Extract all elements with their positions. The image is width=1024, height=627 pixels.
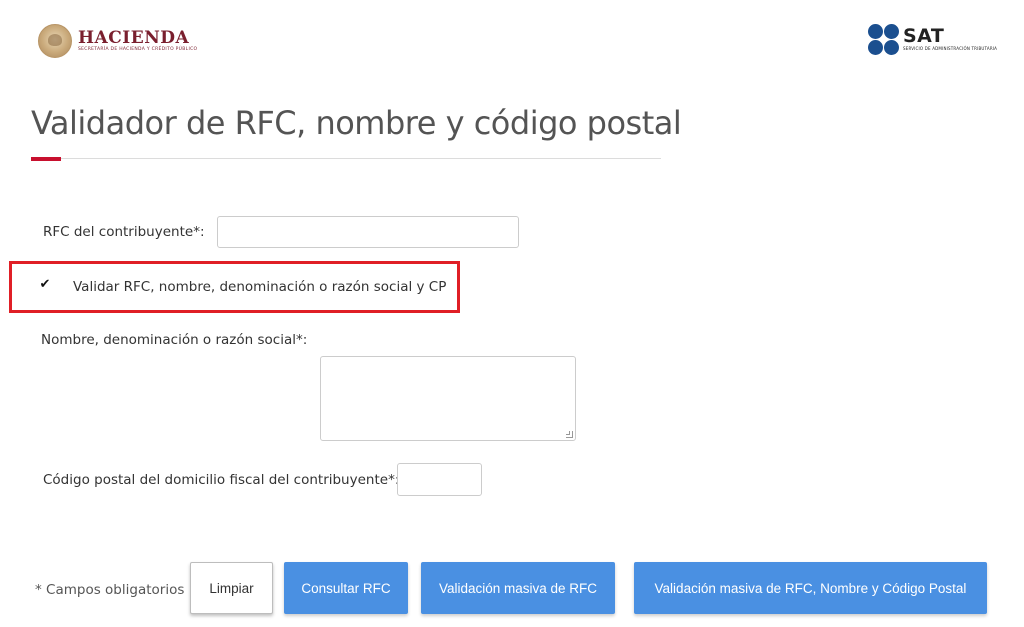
consultar-rfc-button[interactable]: Consultar RFC	[284, 562, 408, 614]
sat-title: SAT	[903, 25, 945, 47]
nombre-textarea[interactable]	[320, 356, 576, 441]
hacienda-logo: HACIENDA SECRETARÍA DE HACIENDA Y CRÉDIT…	[38, 24, 197, 58]
sat-dots-icon	[868, 23, 899, 55]
title-divider	[31, 158, 661, 159]
hacienda-title: HACIENDA	[78, 28, 190, 48]
rfc-input[interactable]	[217, 216, 519, 248]
coat-of-arms-icon	[38, 24, 72, 58]
validate-checkbox-label[interactable]: Validar RFC, nombre, denominación o razó…	[73, 279, 446, 295]
validate-checkbox[interactable]: ✔	[38, 278, 52, 292]
nombre-label: Nombre, denominación o razón social*:	[41, 332, 308, 348]
required-fields-note: * Campos obligatorios	[35, 582, 185, 598]
hacienda-subtitle: SECRETARÍA DE HACIENDA Y CRÉDITO PÚBLICO	[78, 47, 198, 52]
limpiar-button[interactable]: Limpiar	[190, 562, 273, 614]
sat-logo: SAT SERVICIO DE ADMINISTRACIÓN TRIBUTARI…	[868, 23, 998, 55]
validacion-masiva-rfc-nombre-cp-button[interactable]: Validación masiva de RFC, Nombre y Códig…	[634, 562, 987, 614]
cp-input[interactable]	[397, 463, 482, 496]
resize-handle-icon[interactable]	[566, 431, 573, 438]
sat-subtitle: SERVICIO DE ADMINISTRACIÓN TRIBUTARIA	[903, 46, 998, 51]
title-accent-bar	[31, 157, 61, 161]
validacion-masiva-rfc-button[interactable]: Validación masiva de RFC	[421, 562, 615, 614]
page-title: Validador de RFC, nombre y código postal	[31, 104, 682, 142]
cp-label: Código postal del domicilio fiscal del c…	[43, 472, 400, 488]
rfc-label: RFC del contribuyente*:	[43, 224, 205, 240]
